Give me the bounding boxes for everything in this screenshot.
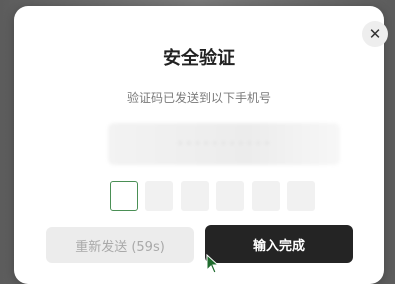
code-digit-4[interactable] (216, 181, 244, 211)
dialog-title: 安全验证 (163, 48, 235, 69)
mouse-pointer-icon (206, 254, 220, 274)
code-digit-6[interactable] (287, 181, 315, 211)
masked-phone-number: ••••••••••• (176, 136, 272, 152)
code-digit-2[interactable] (145, 181, 173, 211)
code-digit-1[interactable] (110, 181, 138, 211)
close-icon: ✕ (368, 24, 382, 43)
verification-dialog: ✕ 安全验证 验证码已发送到以下手机号 ••••••••••• 重新发送 (59… (14, 6, 388, 284)
code-digit-3[interactable] (181, 181, 209, 211)
dialog-subtitle: 验证码已发送到以下手机号 (126, 91, 271, 105)
code-digit-5[interactable] (252, 181, 280, 211)
resend-code-button[interactable]: 重新发送 (59s) (46, 227, 194, 263)
input-complete-button[interactable]: 输入完成 (205, 225, 353, 263)
phone-number-display: ••••••••••• (108, 123, 340, 165)
